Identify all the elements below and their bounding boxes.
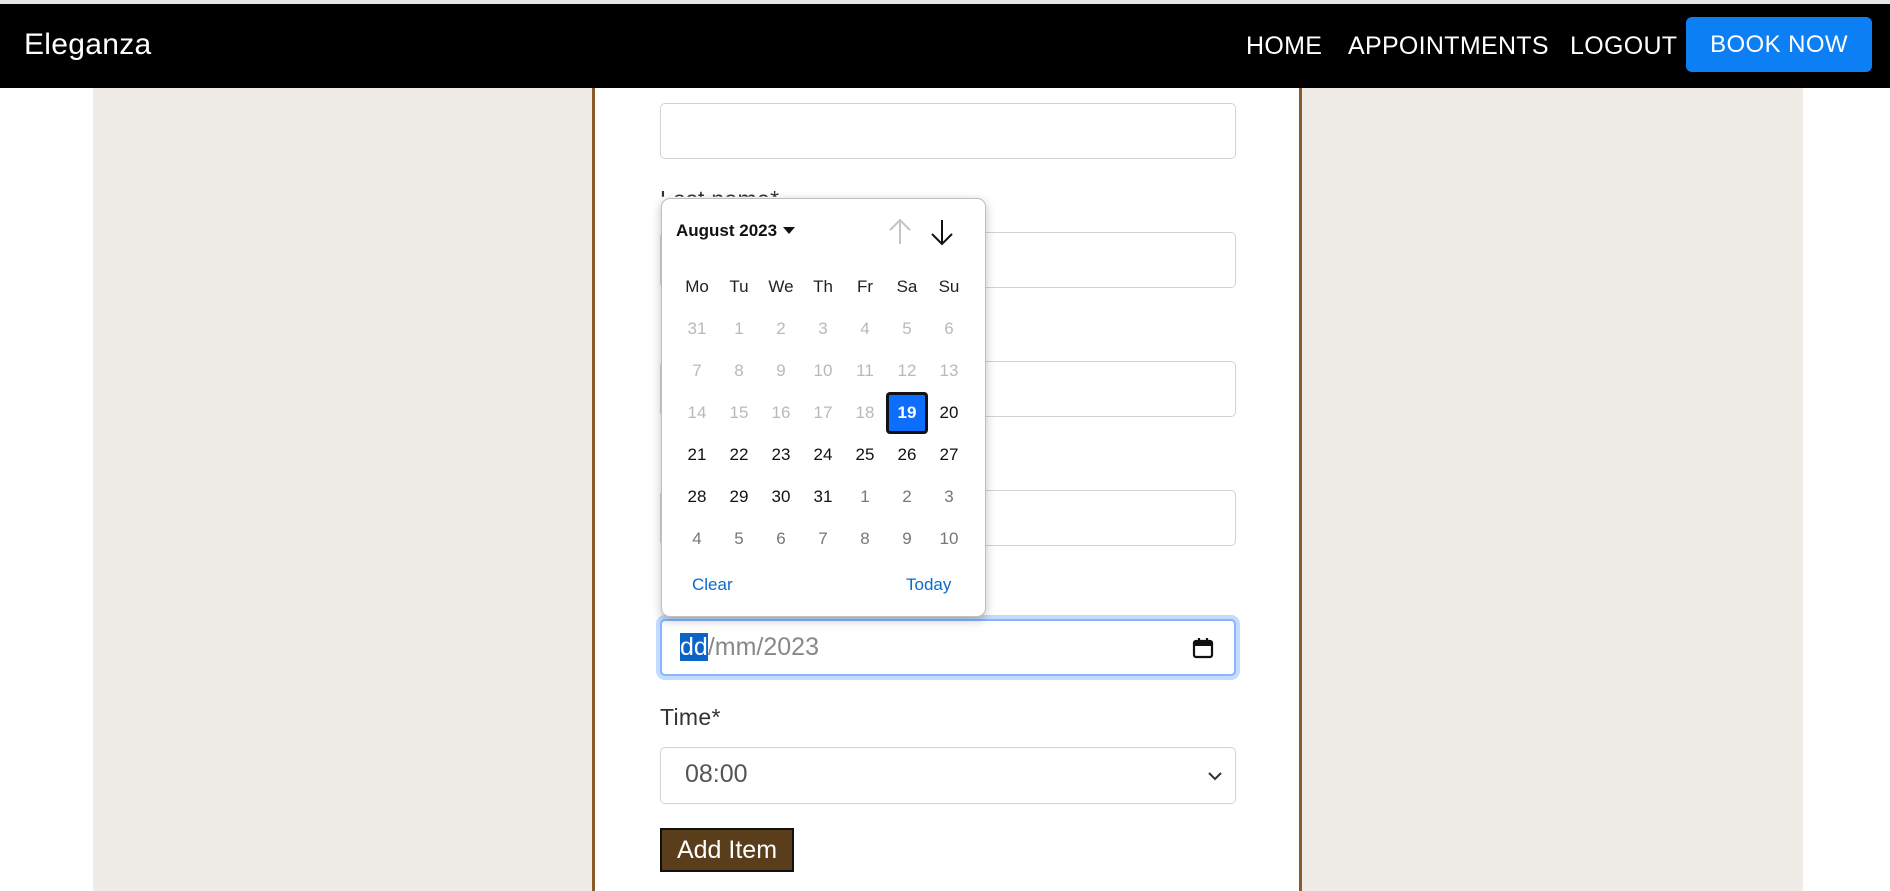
add-item-button[interactable]: Add Item <box>660 828 794 872</box>
day-cell: 3 <box>818 319 828 338</box>
book-now-button[interactable]: BOOK NOW <box>1686 17 1872 72</box>
day-cell: 1 <box>734 319 744 338</box>
day-cell[interactable]: 1 <box>844 476 886 518</box>
weekday-label: Fr <box>856 277 874 296</box>
day-cell[interactable]: 4 <box>676 518 718 560</box>
time-label: Time* <box>660 704 721 730</box>
day-cell[interactable]: 3 <box>928 476 970 518</box>
day-cell[interactable]: 28 <box>676 476 718 518</box>
day-cell: 9 <box>776 361 786 380</box>
day-cell[interactable]: 27 <box>928 434 970 476</box>
arrow-up-icon[interactable] <box>886 217 914 247</box>
time-select-value: 08:00 <box>685 760 748 788</box>
day-cell[interactable]: 22 <box>718 434 760 476</box>
day-cell[interactable]: 25 <box>844 434 886 476</box>
weekday-label: Su <box>938 277 960 296</box>
caret-down-icon <box>783 227 796 234</box>
day-cell[interactable]: 7 <box>802 518 844 560</box>
day-cell: 10 <box>813 361 833 380</box>
navbar: Eleganza HOME APPOINTMENTS LOGOUT BOOK N… <box>0 4 1890 88</box>
clear-button[interactable]: Clear <box>692 575 733 595</box>
day-cell: 8 <box>734 361 744 380</box>
day-cell[interactable]: 20 <box>928 392 970 434</box>
selected-day-cell[interactable]: 19 <box>886 392 928 434</box>
date-input[interactable]: dd/mm/2023 <box>660 619 1236 676</box>
day-cell[interactable]: 24 <box>802 434 844 476</box>
date-day-segment[interactable]: dd <box>680 633 708 661</box>
nav-home[interactable]: HOME <box>1246 32 1322 61</box>
brand-logo[interactable]: Eleganza <box>24 28 152 62</box>
weekday-label: Tu <box>729 277 749 296</box>
day-cell[interactable]: 5 <box>718 518 760 560</box>
day-cell[interactable]: 21 <box>676 434 718 476</box>
calendar-icon[interactable] <box>1192 637 1214 659</box>
today-button[interactable]: Today <box>906 575 951 595</box>
day-cell: 7 <box>692 361 702 380</box>
day-cell: 6 <box>944 319 954 338</box>
weekday-label: Th <box>813 277 833 296</box>
day-cell: 5 <box>902 319 912 338</box>
day-cell: 31 <box>687 319 707 338</box>
month-year-label: August 2023 <box>676 221 778 240</box>
weekday-label: Sa <box>896 277 918 296</box>
day-cell[interactable]: 6 <box>760 518 802 560</box>
day-cell: 15 <box>729 403 749 422</box>
time-select[interactable]: 08:00 <box>660 747 1236 804</box>
day-cell[interactable]: 30 <box>760 476 802 518</box>
weekday-label: Mo <box>685 277 709 296</box>
day-cell[interactable]: 2 <box>886 476 928 518</box>
day-cell[interactable]: 26 <box>886 434 928 476</box>
weekday-label: We <box>768 277 794 296</box>
day-cell[interactable]: 9 <box>886 518 928 560</box>
day-cell[interactable]: 23 <box>760 434 802 476</box>
day-cell[interactable]: 8 <box>844 518 886 560</box>
day-cell: 17 <box>813 403 833 422</box>
nav-logout[interactable]: LOGOUT <box>1570 32 1677 61</box>
day-cell: 4 <box>860 319 870 338</box>
day-cell[interactable]: 31 <box>802 476 844 518</box>
day-cell: 11 <box>856 361 874 380</box>
date-rest-segment[interactable]: /mm/2023 <box>708 633 819 661</box>
day-cell: 13 <box>939 361 959 380</box>
day-cell[interactable]: 10 <box>928 518 970 560</box>
day-cell: 18 <box>855 403 875 422</box>
day-cell: 14 <box>687 403 707 422</box>
day-cell: 12 <box>897 361 917 380</box>
chevron-down-icon <box>1208 772 1222 781</box>
arrow-down-icon[interactable] <box>928 217 956 247</box>
day-cell: 16 <box>771 403 791 422</box>
date-picker-popup: August 2023 Mo Tu We Th Fr Sa Su 31 1 2 3 4 5 6 7 8 9 10… <box>661 198 986 617</box>
day-cell[interactable]: 29 <box>718 476 760 518</box>
day-cell: 2 <box>776 319 786 338</box>
nav-appointments[interactable]: APPOINTMENTS <box>1348 32 1549 61</box>
month-year-selector[interactable]: August 2023 <box>676 221 796 241</box>
first-name-input[interactable] <box>660 103 1236 159</box>
date-input-value: dd/mm/2023 <box>680 633 819 662</box>
